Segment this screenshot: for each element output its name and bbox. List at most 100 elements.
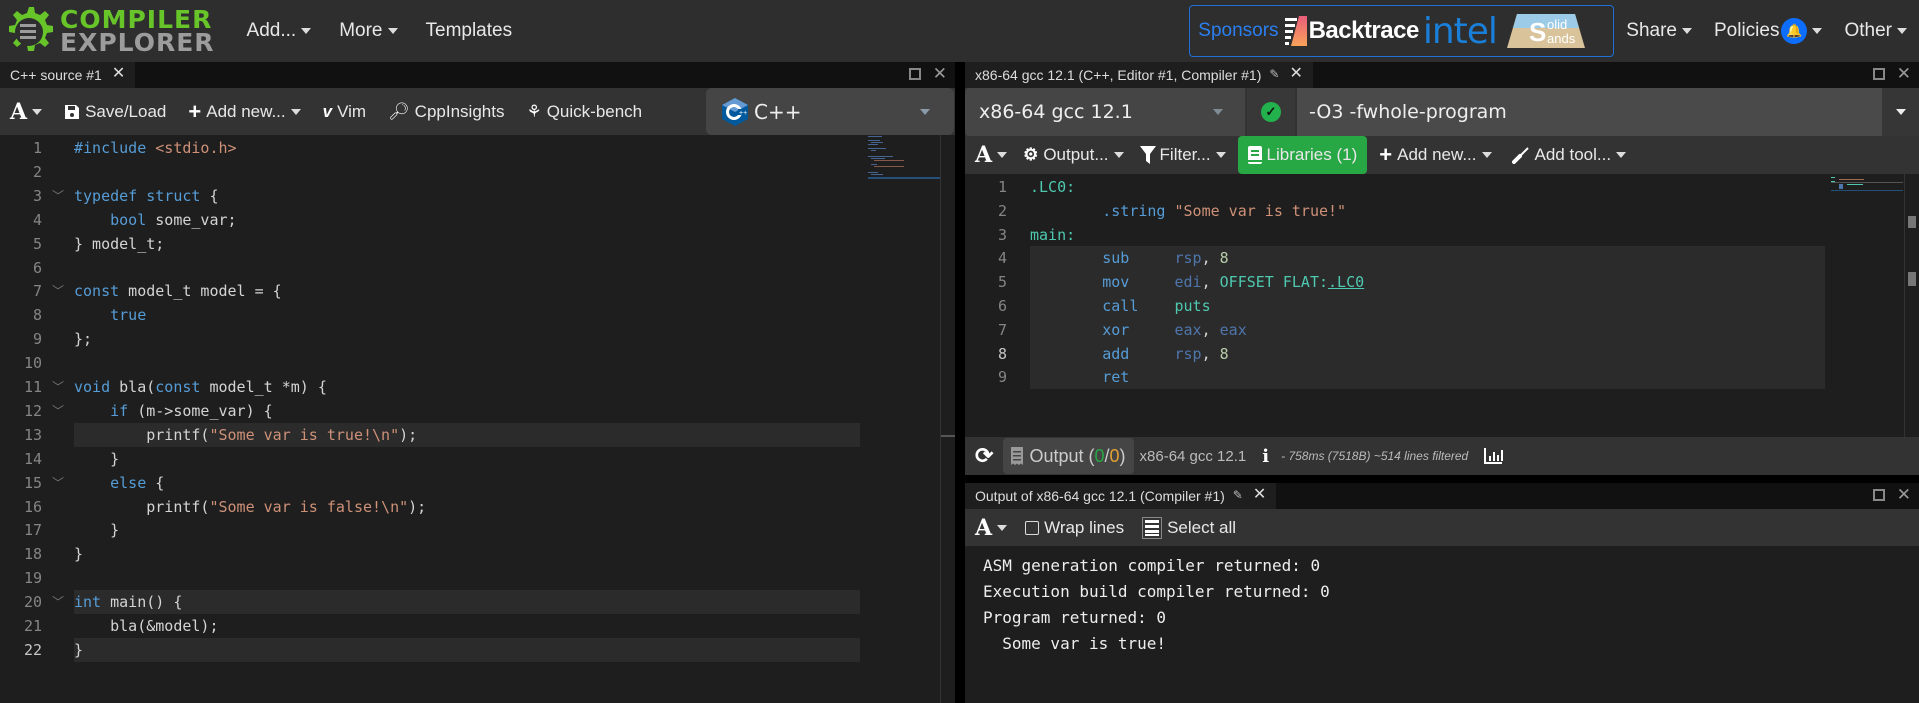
save-load-label: Save/Load [85,101,167,121]
libraries-button[interactable]: Libraries (1) [1237,136,1368,174]
cog-icon: ⚙ [1023,145,1039,164]
menu-other[interactable]: Other [1844,20,1907,42]
floppy-disk-icon [65,104,80,119]
compiler-options-input[interactable]: -O3 -fwhole-program [1297,88,1882,136]
tab-output[interactable]: Output of x86-64 gcc 12.1 (Compiler #1) … [965,483,1277,509]
code-text: void bla(const model_t *m) { [74,378,327,396]
sponsors-box[interactable]: Sponsors Backtrace intel S olid ands [1189,5,1615,57]
magnifier-icon: 🔎︎ [388,101,410,121]
close-icon[interactable]: ✕ [112,66,125,82]
language-select[interactable]: ++ C++ [706,88,954,135]
menu-more[interactable]: More [339,20,398,42]
output-button[interactable]: Output (0/0) [1003,438,1134,474]
svg-text:++: ++ [739,110,747,117]
line-number: 6 [32,258,42,277]
select-all-button[interactable]: Select all [1142,516,1236,539]
checkbox-unchecked-icon [1025,520,1040,535]
fold-chevron-icon[interactable]: ﹀ [52,375,64,399]
close-icon[interactable]: ✕ [1253,487,1266,503]
caret-down-icon [1215,152,1226,158]
menu-add[interactable]: Add... [247,20,312,42]
compile-status[interactable]: ✓ [1247,88,1295,136]
solid-line1: olid [1547,17,1567,32]
code-line: 7 ﹀ const model_t model = { [0,279,860,303]
code-text: if (m->some_var) { [110,401,273,420]
menu-share[interactable]: Share [1626,20,1692,42]
caret-down-icon [301,28,312,34]
logo[interactable]: COMPILER EXPLORER [2,0,215,62]
fold-chevron-icon[interactable]: ﹀ [52,399,64,423]
line-number: 2 [32,162,42,181]
tab-source[interactable]: C++ source #1 ✕ [0,62,136,88]
bar-chart-icon[interactable] [1484,448,1504,464]
status-compiler-name: x86-64 gcc 12.1 [1139,447,1247,465]
compiler-select[interactable]: x86-64 gcc 12.1 [965,88,1245,136]
add-new-button[interactable]: + Add new... [1379,142,1492,168]
code-line: 14 } [0,447,860,471]
font-size-button[interactable]: A [975,515,1008,541]
code-line: 17 } [0,518,860,542]
fold-chevron-icon[interactable]: ﹀ [52,184,64,208]
caret-down-icon [1681,28,1692,34]
pencil-icon[interactable]: ✎ [1233,488,1243,502]
fold-chevron-icon[interactable]: ﹀ [52,590,64,614]
tab-compiler[interactable]: x86-64 gcc 12.1 (C++, Editor #1, Compile… [965,62,1313,88]
options-dropdown-button[interactable] [1882,88,1919,136]
quickbench-button[interactable]: ⚘ Quick-bench [526,102,642,122]
code-line: 10 [0,351,860,375]
vim-button[interactable]: v Vim [323,102,366,122]
line-number: 7 [32,282,42,301]
pencil-icon[interactable]: ✎ [1269,67,1279,81]
info-icon[interactable]: i [1262,446,1269,467]
menu-add-label: Add... [246,20,297,41]
close-icon[interactable]: ✕ [1897,486,1911,503]
cppinsights-button[interactable]: 🔎︎ CppInsights [388,102,504,122]
code-text: printf("Some var is true!\n"); [74,425,418,444]
source-pane-header: C++ source #1 ✕ ✕ [0,62,955,88]
compile-timing: - 758ms (7518B) ~514 lines filtered [1281,449,1469,463]
program-output[interactable]: ASM generation compiler returned: 0 Exec… [965,546,1919,703]
font-size-button[interactable]: A [10,99,43,125]
save-load-button[interactable]: Save/Load [64,102,166,122]
caret-down-icon [32,108,43,115]
font-size-button[interactable]: A [975,142,1008,168]
backtrace-logo[interactable]: Backtrace [1309,17,1420,45]
menu-templates[interactable]: Templates [426,20,513,42]
source-editor[interactable]: 1 #include <stdio.h> 2 3 ﹀ typedef struct {4 … [0,135,956,703]
wrap-lines-checkbox[interactable]: Wrap lines [1025,518,1124,538]
solid-sands-logo[interactable]: S olid ands [1506,14,1585,48]
asm-minimap[interactable] [1831,176,1904,196]
fold-chevron-icon[interactable]: ﹀ [52,279,64,303]
refresh-icon[interactable]: ⟳ [975,443,993,469]
menu-policies[interactable]: Policies 🔔 [1713,18,1823,44]
line-number: 21 [23,617,42,635]
maximize-icon[interactable] [1872,489,1885,501]
menu-more-label: More [339,20,383,41]
maximize-icon[interactable] [908,68,921,80]
pane-divider-horizontal[interactable] [965,475,1919,483]
code-text: #include <stdio.h> [74,139,237,157]
add-new-button[interactable]: + Add new... [188,99,301,125]
maximize-icon[interactable] [1872,68,1885,80]
intel-logo[interactable]: intel [1423,11,1498,52]
caret-down-icon [997,152,1008,158]
assembly-view[interactable]: 1 .LC0: 2 .string "Some var is true!" 3 main… [965,174,1919,437]
code-line: 5 mov edi, OFFSET FLAT:.LC0 [965,270,1825,294]
pane-divider[interactable] [955,62,965,703]
output-line: Execution build compiler returned: 0 [983,582,1330,601]
menu-policies-label: Policies [1713,20,1780,41]
close-icon[interactable]: ✕ [1897,65,1911,82]
compiler-pane-header: x86-64 gcc 12.1 (C++, Editor #1, Compile… [965,62,1919,88]
add-tool-button[interactable]: Add tool... [1511,145,1627,165]
close-icon[interactable]: ✕ [1289,66,1302,82]
fold-chevron-icon[interactable]: ﹀ [52,471,64,495]
source-scrollbar[interactable] [940,135,956,703]
caret-down-icon [387,28,398,34]
output-line: ASM generation compiler returned: 0 [983,556,1321,575]
filter-button[interactable]: Filter... [1139,145,1226,165]
source-minimap[interactable] [868,135,942,185]
asm-scrollbar[interactable] [1904,174,1919,437]
caret-down-icon [1812,28,1823,34]
close-icon[interactable]: ✕ [933,65,947,82]
output-options-button[interactable]: ⚙ Output... [1023,145,1124,165]
